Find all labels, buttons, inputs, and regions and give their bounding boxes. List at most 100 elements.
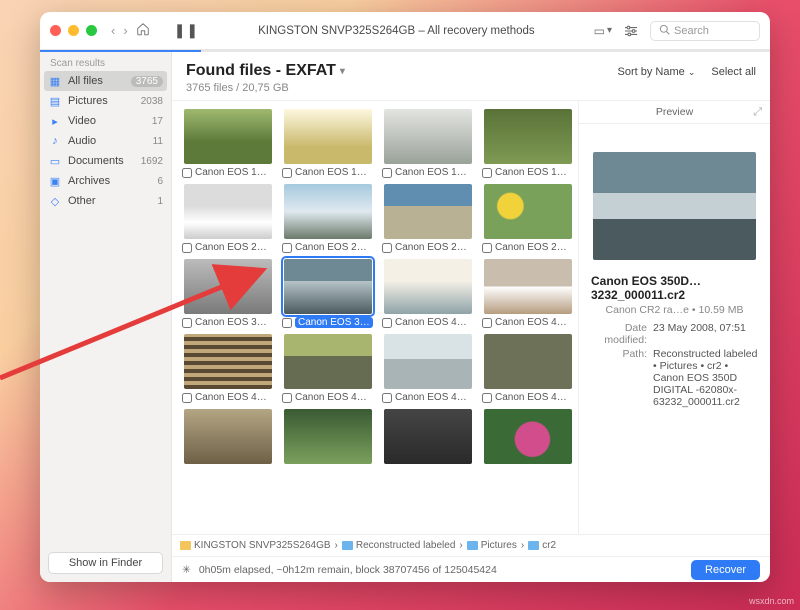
- sidebar-header: Scan results: [40, 52, 171, 71]
- file-item[interactable]: Canon EOS 2…: [382, 184, 474, 253]
- sidebar-item-count: 1: [157, 196, 163, 207]
- category-icon: ▭: [48, 154, 62, 168]
- preview-subtitle: Canon CR2 ra…e • 10.59 MB: [579, 304, 770, 322]
- file-item[interactable]: Canon EOS 1…: [482, 109, 574, 178]
- sidebar-item-all-files[interactable]: ▦All files3765: [44, 71, 167, 91]
- sidebar-item-audio[interactable]: ♪Audio11: [40, 131, 171, 151]
- recover-button[interactable]: Recover: [691, 560, 760, 580]
- sort-button[interactable]: Sort by Name ⌄: [618, 66, 696, 78]
- file-checkbox[interactable]: [482, 393, 492, 403]
- file-checkbox[interactable]: [382, 243, 392, 253]
- sidebar-item-count: 3765: [131, 76, 163, 87]
- page-title[interactable]: Found files - EXFAT ▾: [186, 62, 345, 80]
- view-mode-button[interactable]: ▭ ▾: [594, 24, 612, 38]
- titlebar: ‹ › ❚❚ KINGSTON SNVP325S264GB – All reco…: [40, 12, 770, 50]
- expand-preview-icon[interactable]: ⤢: [753, 106, 762, 119]
- file-item[interactable]: Canon EOS 2…: [482, 184, 574, 253]
- search-input[interactable]: Search: [650, 21, 760, 41]
- filter-button[interactable]: [624, 25, 638, 37]
- preview-header: Preview ⤢: [579, 101, 770, 124]
- file-item[interactable]: [482, 409, 574, 464]
- file-checkbox[interactable]: [182, 318, 192, 328]
- file-checkbox[interactable]: [282, 168, 292, 178]
- breadcrumb-item[interactable]: cr2: [528, 540, 556, 551]
- file-label: Canon EOS 3…: [195, 317, 267, 328]
- file-checkbox[interactable]: [482, 318, 492, 328]
- file-item[interactable]: Canon EOS 4…: [382, 259, 474, 328]
- drive-icon: [180, 541, 191, 550]
- file-item[interactable]: Canon EOS 4…: [482, 259, 574, 328]
- file-checkbox[interactable]: [182, 243, 192, 253]
- file-item[interactable]: Canon EOS 4…: [382, 334, 474, 403]
- file-item[interactable]: Canon EOS 4…: [182, 334, 274, 403]
- sidebar-item-label: Documents: [68, 155, 124, 167]
- file-checkbox[interactable]: [482, 168, 492, 178]
- file-item[interactable]: Canon EOS 1…: [382, 109, 474, 178]
- meta-path: Reconstructed labeled • Pictures • cr2 •…: [653, 348, 758, 408]
- file-item[interactable]: [182, 409, 274, 464]
- show-in-finder-button[interactable]: Show in Finder: [48, 552, 163, 574]
- sidebar-item-label: Video: [68, 115, 96, 127]
- file-checkbox[interactable]: [182, 393, 192, 403]
- sidebar-item-pictures[interactable]: ▤Pictures2038: [40, 91, 171, 111]
- file-label: Canon EOS 2…: [195, 242, 267, 253]
- file-checkbox[interactable]: [382, 168, 392, 178]
- breadcrumb-item[interactable]: KINGSTON SNVP325S264GB: [180, 540, 331, 551]
- search-placeholder: Search: [674, 25, 709, 37]
- sidebar-item-count: 6: [157, 176, 163, 187]
- maximize-icon[interactable]: [86, 25, 97, 36]
- file-checkbox[interactable]: [382, 393, 392, 403]
- file-item[interactable]: Canon EOS 1…: [282, 109, 374, 178]
- thumbnail: [184, 409, 272, 464]
- file-item[interactable]: Canon EOS 1…: [182, 109, 274, 178]
- file-item[interactable]: Canon EOS 2…: [282, 184, 374, 253]
- file-item[interactable]: Canon EOS 2…: [182, 184, 274, 253]
- file-checkbox[interactable]: [282, 318, 292, 328]
- file-item[interactable]: [282, 409, 374, 464]
- file-label: Canon EOS 4…: [195, 392, 267, 403]
- sidebar-item-documents[interactable]: ▭ Documents 1692: [40, 151, 171, 171]
- minimize-icon[interactable]: [68, 25, 79, 36]
- file-item[interactable]: Canon EOS 3…: [282, 259, 374, 328]
- folder-icon: [467, 541, 478, 550]
- forward-button[interactable]: ›: [119, 21, 131, 40]
- back-button[interactable]: ‹: [107, 21, 119, 40]
- file-item[interactable]: Canon EOS 4…: [282, 334, 374, 403]
- file-grid[interactable]: Canon EOS 1…Canon EOS 1…Canon EOS 1…Cano…: [172, 101, 578, 534]
- sidebar-item-archives[interactable]: ▣Archives6: [40, 171, 171, 191]
- file-checkbox[interactable]: [182, 168, 192, 178]
- close-icon[interactable]: [50, 25, 61, 36]
- sidebar-item-count: 1692: [141, 156, 163, 167]
- thumbnail: [484, 409, 572, 464]
- chevron-down-icon: ▾: [340, 66, 345, 77]
- file-item[interactable]: Canon EOS 4…: [482, 334, 574, 403]
- thumbnail: [284, 109, 372, 164]
- file-checkbox[interactable]: [282, 243, 292, 253]
- breadcrumb-item[interactable]: Pictures: [467, 540, 517, 551]
- thumbnail: [284, 184, 372, 239]
- home-button[interactable]: [132, 20, 154, 41]
- category-icon: ▤: [48, 94, 62, 108]
- file-label: Canon EOS 1…: [295, 167, 367, 178]
- file-item[interactable]: [382, 409, 474, 464]
- pause-button[interactable]: ❚❚: [174, 22, 199, 39]
- category-icon: ▣: [48, 174, 62, 188]
- file-checkbox[interactable]: [382, 318, 392, 328]
- file-item[interactable]: Canon EOS 3…: [182, 259, 274, 328]
- select-all-button[interactable]: Select all: [711, 66, 756, 78]
- breadcrumb-item[interactable]: Reconstructed labeled: [342, 540, 456, 551]
- file-label: Canon EOS 1…: [195, 167, 267, 178]
- thumbnail: [384, 409, 472, 464]
- thumbnail: [284, 334, 372, 389]
- file-checkbox[interactable]: [482, 243, 492, 253]
- file-label: Canon EOS 4…: [495, 317, 567, 328]
- category-icon: ♪: [48, 134, 62, 148]
- sidebar-item-video[interactable]: ▸Video17: [40, 111, 171, 131]
- file-checkbox[interactable]: [282, 393, 292, 403]
- category-icon: ◇: [48, 194, 62, 208]
- thumbnail: [484, 259, 572, 314]
- sidebar-item-other[interactable]: ◇Other1: [40, 191, 171, 211]
- preview-image[interactable]: [593, 152, 756, 260]
- thumbnail: [184, 109, 272, 164]
- thumbnail: [484, 334, 572, 389]
